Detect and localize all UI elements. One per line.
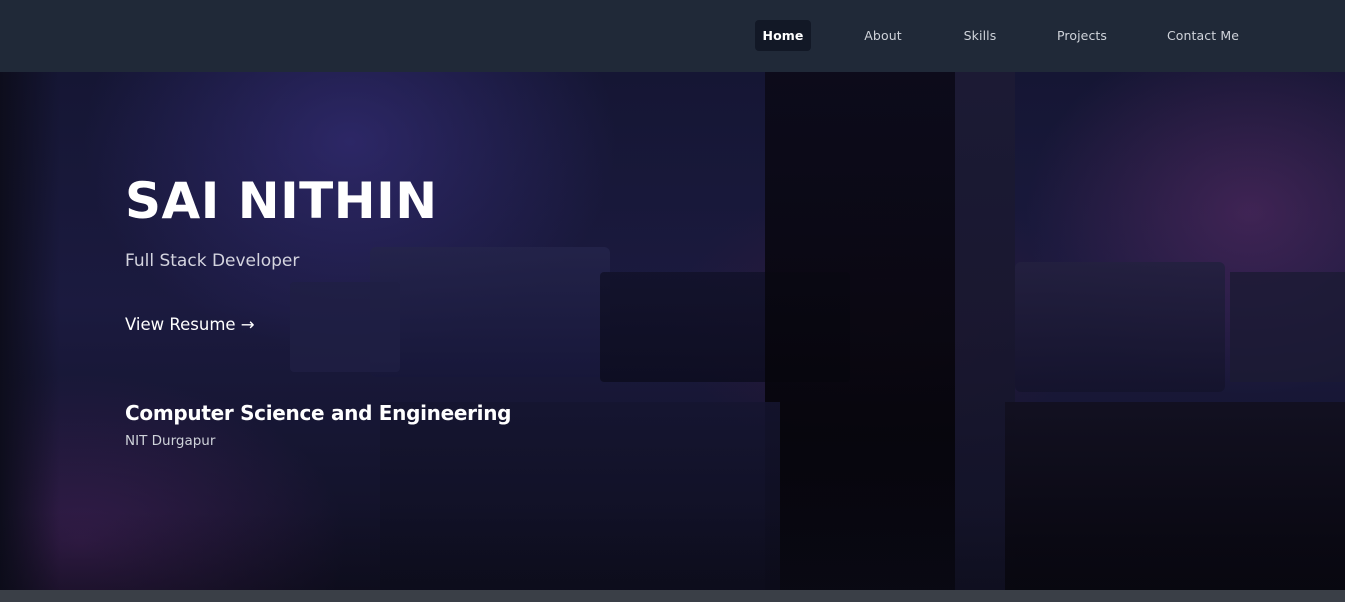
hero-section: SAI NITHIN Full Stack Developer View Res… xyxy=(0,72,1345,590)
nav-projects-link[interactable]: Projects xyxy=(1050,20,1114,51)
hero-degree: Computer Science and Engineering xyxy=(125,401,512,425)
hero-role: Full Stack Developer xyxy=(125,251,300,271)
hero-college: NIT Durgapur xyxy=(125,433,216,449)
nav-skills-link[interactable]: Skills xyxy=(955,20,1005,51)
page-bottom-strip xyxy=(0,590,1345,602)
nav-home-link[interactable]: Home xyxy=(755,20,811,51)
nav-about-link[interactable]: About xyxy=(856,20,910,51)
navbar: Home About Skills Projects Contact Me xyxy=(0,0,1345,72)
hero-name: SAI NITHIN xyxy=(125,172,438,230)
view-resume-link[interactable]: View Resume → xyxy=(125,315,255,334)
nav-contact-link[interactable]: Contact Me xyxy=(1160,20,1246,51)
